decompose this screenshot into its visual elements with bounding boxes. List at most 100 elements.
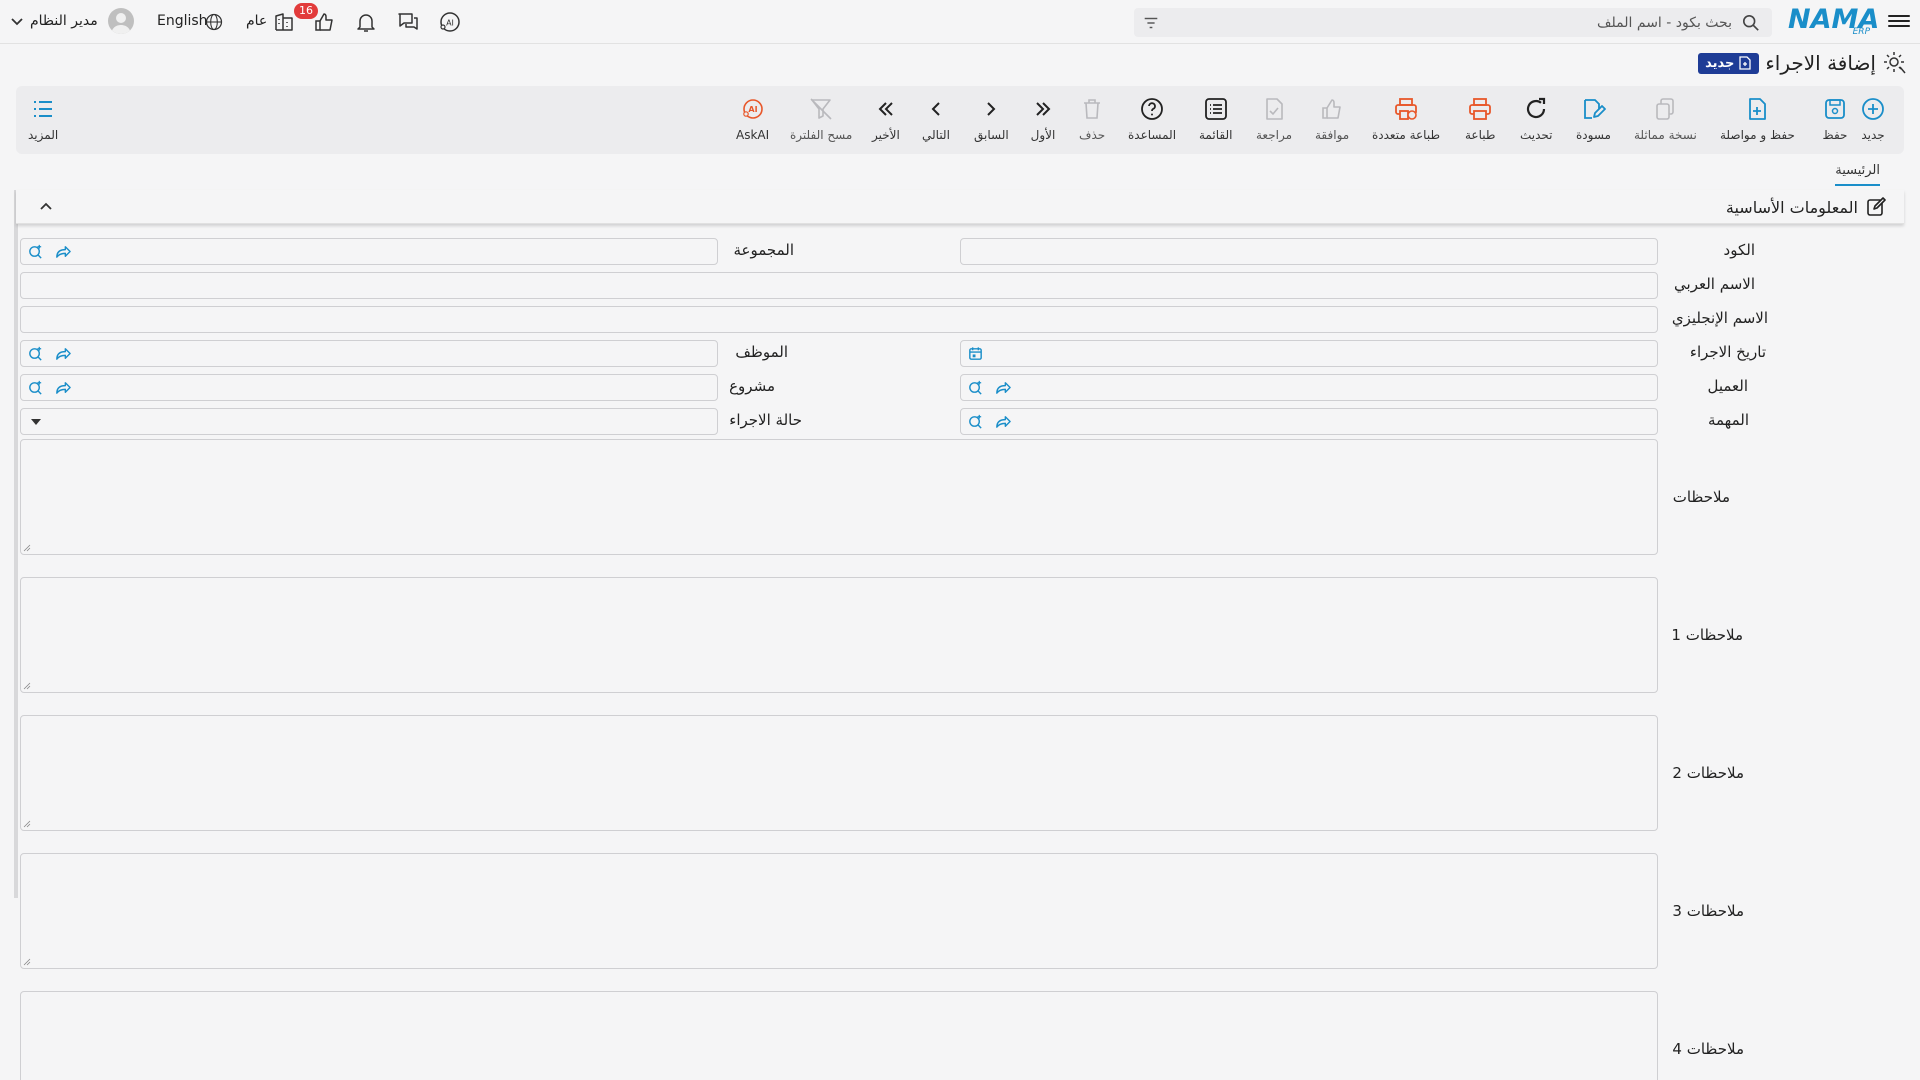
global-search[interactable] [1134,8,1772,37]
resize-grip-icon[interactable] [23,958,31,966]
menu-icon[interactable] [1888,12,1910,32]
scrollbar[interactable] [14,190,18,898]
review-button[interactable]: مراجعة [1256,96,1292,142]
clear-filter-label: مسح الفلترة [790,128,853,142]
notes-textarea[interactable] [20,439,1658,555]
last-record-button[interactable]: الأخير [872,96,900,142]
english-name-input[interactable] [20,306,1658,333]
first-record-button[interactable]: الأول [1030,96,1056,142]
code-input[interactable] [960,238,1658,265]
double-chevron-left-icon [878,102,893,116]
list-button[interactable]: القائمة [1199,96,1232,142]
refresh-button[interactable]: تحديث [1520,96,1553,142]
action-status-select[interactable] [20,408,718,435]
previous-record-button[interactable]: السابق [974,96,1009,142]
draft-button[interactable]: مسودة [1576,96,1611,142]
more-list-icon [34,101,53,117]
english-name-label: الاسم الإنجليزي [1671,309,1768,327]
calendar-icon[interactable] [967,345,984,362]
open-link-icon[interactable] [54,379,71,396]
open-link-icon[interactable] [54,345,71,362]
copy-similar-button[interactable]: نسخة مماثلة [1634,96,1697,142]
code-label: الكود [1723,241,1755,259]
save-button[interactable]: حفظ [1822,96,1848,142]
new-button[interactable]: جديد [1860,96,1886,142]
action-date-label: تاريخ الاجراء [1689,343,1766,361]
tab-main[interactable]: الرئيسية [1835,163,1880,186]
search-add-icon[interactable] [27,345,44,362]
search-add-icon[interactable] [967,379,984,396]
more-button[interactable]: المزيد [28,96,58,142]
settings-gear-icon[interactable] [1882,50,1908,76]
employee-label: الموظف [735,343,788,361]
open-link-icon[interactable] [54,243,71,260]
filter-icon[interactable] [1142,14,1160,32]
clear-filter-button[interactable]: مسح الفلترة [790,96,852,142]
branch-building-icon[interactable] [272,10,296,34]
notes1-textarea[interactable] [20,577,1658,693]
svg-text:AI: AI [446,19,454,28]
chevron-right-icon [987,102,996,116]
file-plus-icon [1749,98,1767,120]
caret-down-icon[interactable] [31,418,41,426]
notes4-textarea[interactable] [20,991,1658,1080]
chevron-left-icon [931,102,940,116]
project-label: مشروع [729,377,775,395]
open-link-icon[interactable] [994,379,1011,396]
approve-button[interactable]: موافقة [1315,96,1349,142]
section-header[interactable]: المعلومات الأساسية [16,190,1904,224]
search-add-icon[interactable] [27,379,44,396]
notes2-textarea[interactable] [20,715,1658,831]
search-add-icon[interactable] [967,413,984,430]
resize-grip-icon[interactable] [23,544,31,552]
chat-icon[interactable] [396,10,420,34]
open-link-icon[interactable] [994,413,1011,430]
resize-grip-icon[interactable] [23,820,31,828]
list-label: القائمة [1199,128,1233,142]
customer-lookup[interactable] [960,374,1658,401]
user-name[interactable]: مدير النظام [30,13,98,29]
approve-label: موافقة [1315,128,1350,142]
help-button[interactable]: المساعدة [1128,96,1176,142]
task-label: المهمة [1707,411,1749,429]
action-status-label: حالة الاجراء [729,411,802,429]
previous-label: السابق [974,128,1009,142]
avatar[interactable] [108,8,134,34]
notes2-label: ملاحظات 2 [1672,764,1744,782]
page-title-row: إضافة الاجراء جديد [1698,46,1908,80]
project-lookup[interactable] [20,374,718,401]
search-input[interactable] [1212,11,1732,34]
chevron-up-icon[interactable] [36,196,56,216]
thumbs-up-icon [1322,99,1341,119]
delete-button[interactable]: حذف [1079,96,1105,142]
action-toolbar: جديد حفظ حفظ و مواصلة نسخة مماثلة مسودة … [16,86,1904,154]
svg-text:AI: AI [748,105,757,114]
branch-label[interactable]: عام [246,13,267,29]
more-label: المزيد [28,128,59,142]
arabic-name-input[interactable] [20,272,1658,299]
status-badge-label: جديد [1705,55,1735,71]
bell-icon[interactable] [354,10,378,34]
last-label: الأخير [872,128,900,142]
search-add-icon[interactable] [27,243,44,260]
notes3-textarea[interactable] [20,853,1658,969]
employee-lookup[interactable] [20,340,718,367]
group-lookup[interactable] [20,238,718,265]
ai-assistant-icon[interactable]: AI [438,10,462,34]
language-switch[interactable]: English [157,13,208,29]
save-continue-button[interactable]: حفظ و مواصلة [1720,96,1795,142]
action-date-input[interactable] [960,340,1658,367]
ask-ai-button[interactable]: AI AskAI [736,96,769,142]
app-logo[interactable]: NAMA ERP [1788,4,1879,38]
chevron-down-icon[interactable] [10,15,24,29]
multi-print-button[interactable]: طباعة متعددة [1372,96,1440,142]
copy-similar-label: نسخة مماثلة [1634,128,1697,142]
notes-label: ملاحظات [1672,488,1730,506]
help-label: المساعدة [1128,128,1177,142]
resize-grip-icon[interactable] [23,682,31,690]
next-record-button[interactable]: التالي [922,96,950,142]
search-icon[interactable] [1742,14,1760,32]
multi-printer-icon [1395,98,1417,120]
print-button[interactable]: طباعة [1465,96,1495,142]
task-lookup[interactable] [960,408,1658,435]
